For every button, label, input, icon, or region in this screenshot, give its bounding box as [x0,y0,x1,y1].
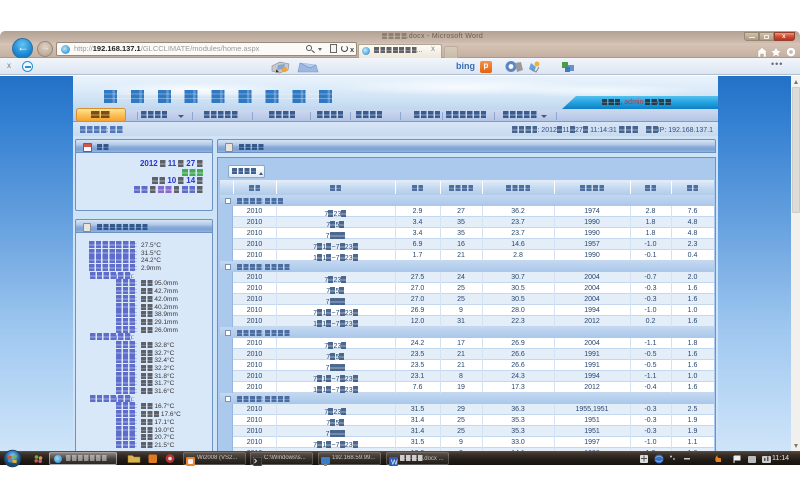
svg-text:W: W [391,460,398,467]
